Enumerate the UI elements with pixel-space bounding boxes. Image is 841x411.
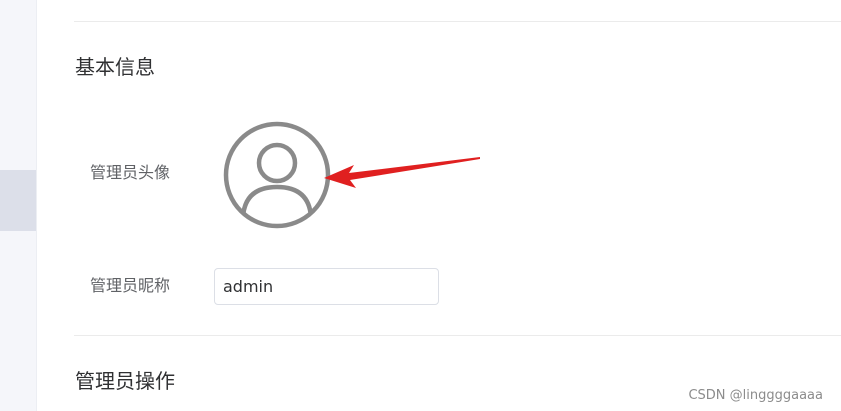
avatar-upload[interactable] [223,121,331,229]
sidebar [0,0,37,411]
basic-info-title: 基本信息 [75,55,155,79]
watermark: CSDN @linggggaaaa [688,388,823,403]
nickname-label: 管理员昵称 [90,276,171,295]
avatar-label: 管理员头像 [90,163,171,182]
nickname-input[interactable] [214,268,439,305]
user-avatar-icon [223,121,331,229]
sidebar-active-item[interactable] [0,170,36,231]
admin-actions-title: 管理员操作 [75,369,175,393]
middle-divider [74,335,841,336]
admin-profile-page: 基本信息 管理员头像 管理员昵称 管理员操作 CSDN @linggggaaaa [0,0,841,411]
annotation-arrow [324,157,480,188]
top-divider [74,21,841,22]
